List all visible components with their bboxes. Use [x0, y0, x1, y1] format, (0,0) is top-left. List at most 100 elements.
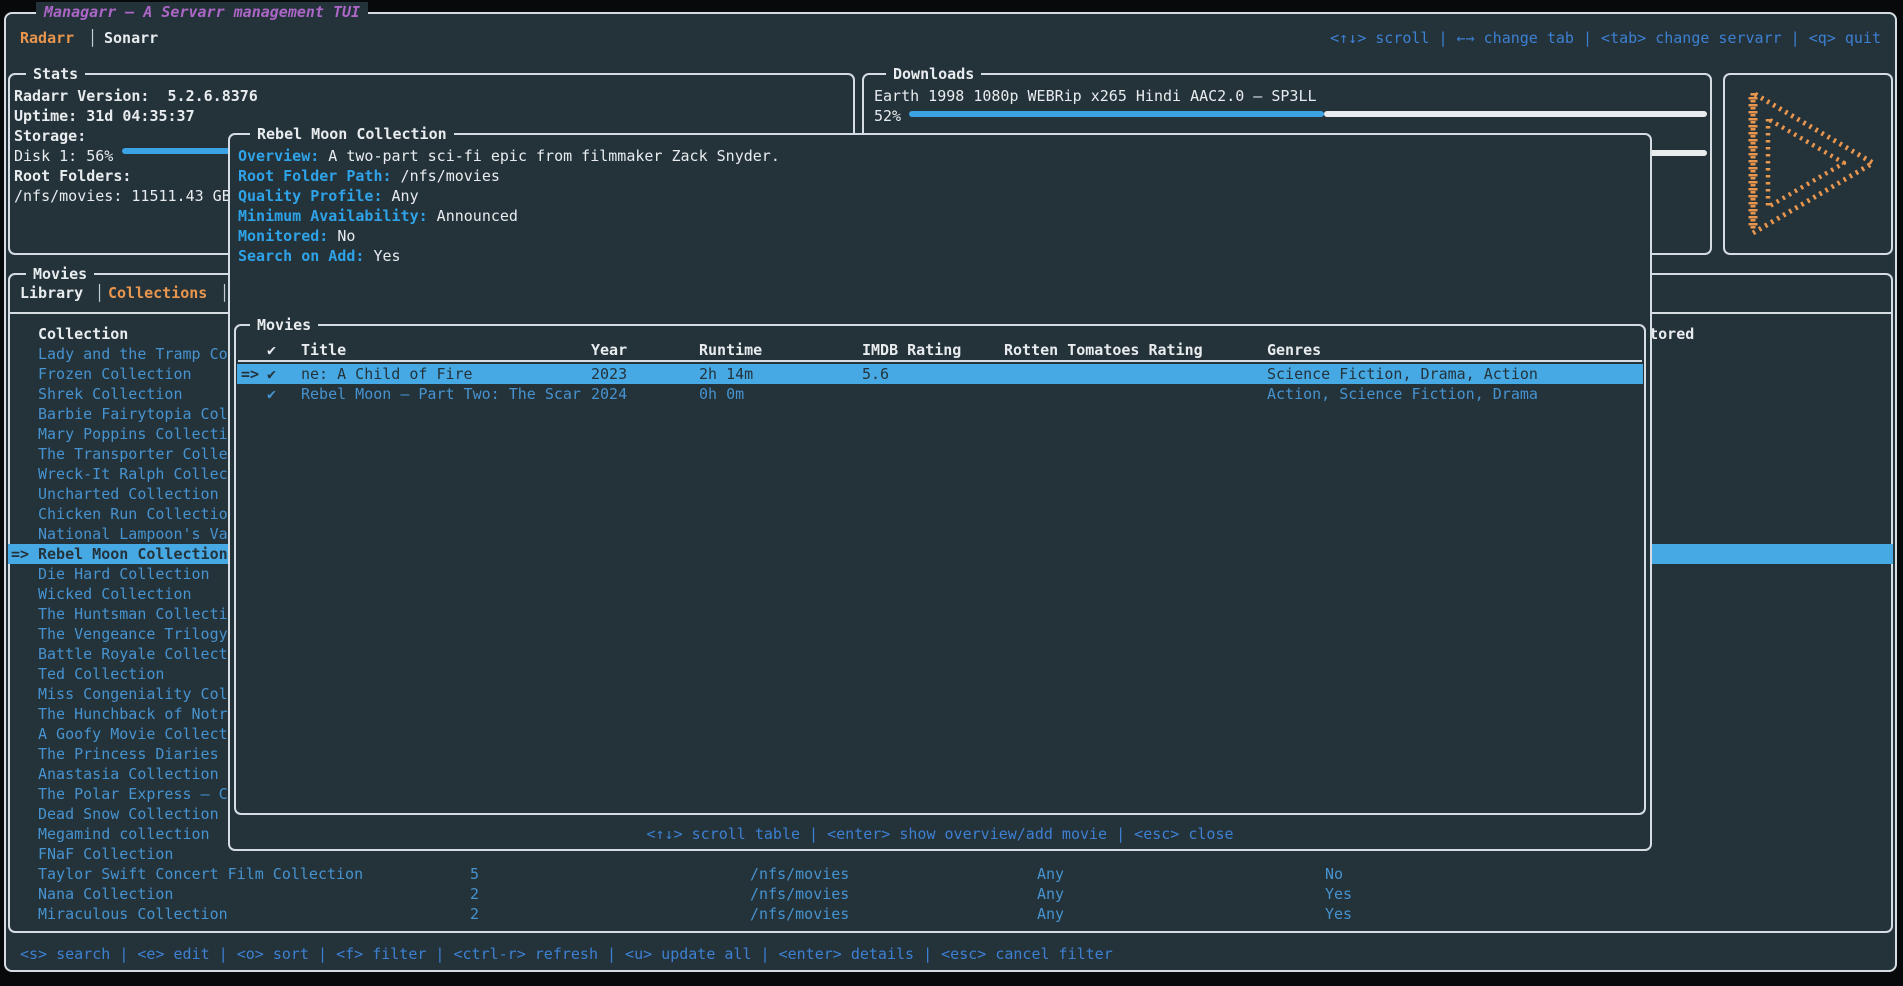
downloads-panel-title: Downloads	[886, 64, 981, 84]
header-year[interactable]: Year	[591, 340, 627, 360]
download-progress-fill	[909, 111, 1324, 117]
collection-name: Battle Royale Collect	[38, 644, 228, 664]
collection-name: Nana Collection	[38, 884, 173, 904]
movies-tab-separator-1: │	[95, 283, 104, 303]
bottom-margin	[0, 972, 1903, 986]
collection-name: FNaF Collection	[38, 844, 173, 864]
collection-name: A Goofy Movie Collect	[38, 724, 228, 744]
movie-row[interactable]: =>✔ne: A Child of Fire20232h 14m5.6Scien…	[237, 364, 1643, 384]
modal-field: Monitored: No	[238, 226, 1642, 246]
modal-field-label: Monitored:	[238, 227, 328, 245]
collection-name: Miraculous Collection	[38, 904, 228, 924]
collection-root-folder: /nfs/movies	[750, 864, 849, 884]
collection-root-folder: /nfs/movies	[750, 884, 849, 904]
collection-name: Die Hard Collection	[38, 564, 210, 584]
collection-name: Megamind collection	[38, 824, 210, 844]
modal-footer-keybinds: <↑↓> scroll table | <enter> show overvie…	[230, 824, 1650, 844]
collection-name: Mary Poppins Collecti	[38, 424, 228, 444]
collection-name: Ted Collection	[38, 664, 164, 684]
movie-genres: Action, Science Fiction, Drama	[1267, 384, 1538, 404]
collection-name: Dead Snow Collection	[38, 804, 219, 824]
collection-search-on-add: No	[1325, 864, 1343, 884]
collection-name: Wicked Collection	[38, 584, 192, 604]
top-keybinds: <↑↓> scroll | ←→ change tab | <tab> chan…	[1330, 28, 1881, 48]
header-imdb-rating[interactable]: IMDB Rating	[862, 340, 961, 360]
collection-quality-profile: Any	[1037, 864, 1064, 884]
movie-row[interactable]: ✔Rebel Moon – Part Two: The Scar20240h 0…	[237, 384, 1643, 404]
header-check: ✔	[267, 340, 276, 360]
modal-field-value: Yes	[364, 247, 400, 265]
movie-title: Rebel Moon – Part Two: The Scar	[301, 384, 581, 404]
movie-title: ne: A Child of Fire	[301, 364, 473, 384]
movie-monitored-check: ✔	[267, 384, 276, 404]
collection-movie-count: 2	[470, 884, 479, 904]
radarr-version: Radarr Version: 5.2.6.8376	[14, 86, 849, 106]
modal-field: Search on Add: Yes	[238, 246, 1642, 266]
download-item-name: Earth 1998 1080p WEBRip x265 Hindi AAC2.…	[874, 86, 1706, 106]
collection-name: Frozen Collection	[38, 364, 192, 384]
tab-separator: │	[88, 28, 97, 48]
modal-field-value: No	[328, 227, 355, 245]
tab-radarr[interactable]: Radarr	[20, 28, 74, 48]
modal-field-value: A two-part sci-fi epic from filmmaker Za…	[319, 147, 780, 165]
selection-prefix: =>	[11, 544, 29, 564]
collection-name: The Vengeance Trilogy	[38, 624, 228, 644]
managarr-play-logo-icon	[1741, 87, 1881, 239]
modal-field-label: Search on Add:	[238, 247, 364, 265]
collection-search-on-add: Yes	[1325, 904, 1352, 924]
collection-name: Anastasia Collection	[38, 764, 219, 784]
collection-movie-count: 5	[470, 864, 479, 884]
movie-year: 2023	[591, 364, 627, 384]
collection-row[interactable]: Nana Collection 2/nfs/movies Any Yes	[8, 884, 1893, 904]
tab-sonarr[interactable]: Sonarr	[104, 28, 158, 48]
download-progress-rest	[1324, 111, 1707, 117]
collection-name: Lady and the Tramp Co	[38, 344, 228, 364]
movie-monitored-check: ✔	[267, 364, 276, 384]
collection-search-on-add: Yes	[1325, 884, 1352, 904]
collection-name: Shrek Collection	[38, 384, 183, 404]
modal-movies-title: Movies	[250, 315, 318, 335]
logo-panel	[1723, 73, 1893, 255]
header-rotten-tomatoes[interactable]: Rotten Tomatoes Rating	[1004, 340, 1203, 360]
modal-title: Rebel Moon Collection	[250, 124, 454, 144]
collection-row[interactable]: Taylor Swift Concert Film Collection5/nf…	[8, 864, 1893, 884]
modal-field-label: Quality Profile:	[238, 187, 383, 205]
modal-field: Quality Profile: Any	[238, 186, 1642, 206]
collection-details-modal: Rebel Moon Collection Overview: A two-pa…	[228, 133, 1652, 851]
movies-panel-title: Movies	[26, 264, 94, 284]
bottom-keybinds: <s> search | <e> edit | <o> sort | <f> f…	[20, 944, 1113, 964]
collection-name: The Huntsman Collecti	[38, 604, 228, 624]
collection-row[interactable]: Miraculous Collection2/nfs/moviesAnyYes	[8, 904, 1893, 924]
collection-name: Barbie Fairytopia Col	[38, 404, 228, 424]
movie-imdb-rating: 5.6	[862, 364, 889, 384]
modal-field-label: Minimum Availability:	[238, 207, 428, 225]
movie-year: 2024	[591, 384, 627, 404]
modal-table-header: ✔ Title Year Runtime IMDB Rating Rotten …	[236, 340, 1644, 360]
collection-name: Miss Congeniality Col	[38, 684, 228, 704]
collection-name: National Lampoon's Va	[38, 524, 228, 544]
uptime: Uptime: 31d 04:35:37	[14, 106, 849, 126]
collection-name: Wreck-It Ralph Collec	[38, 464, 228, 484]
movie-genres: Science Fiction, Drama, Action	[1267, 364, 1538, 384]
collection-name: The Princess Diaries	[38, 744, 219, 764]
movie-runtime: 2h 14m	[699, 364, 753, 384]
tab-library[interactable]: Library	[20, 283, 83, 303]
collection-name: Chicken Run Collectio	[38, 504, 228, 524]
modal-movies-panel: Movies ✔ Title Year Runtime IMDB Rating …	[234, 324, 1646, 815]
modal-fields: Overview: A two-part sci-fi epic from fi…	[238, 146, 1642, 266]
managarr-tui: { "colors": { "background": "#24323a", "…	[0, 0, 1903, 986]
collection-name: The Hunchback of Notr	[38, 704, 228, 724]
modal-field-value: Any	[383, 187, 419, 205]
modal-field: Root Folder Path: /nfs/movies	[238, 166, 1642, 186]
collection-quality-profile: Any	[1037, 904, 1064, 924]
collection-quality-profile: Any	[1037, 884, 1064, 904]
header-runtime[interactable]: Runtime	[699, 340, 762, 360]
modal-field: Overview: A two-part sci-fi epic from fi…	[238, 146, 1642, 166]
tab-collections[interactable]: Collections	[108, 283, 207, 303]
header-title[interactable]: Title	[301, 340, 346, 360]
modal-table-header-underline	[238, 360, 1642, 362]
modal-field: Minimum Availability: Announced	[238, 206, 1642, 226]
modal-field-label: Root Folder Path:	[238, 167, 392, 185]
header-genres[interactable]: Genres	[1267, 340, 1321, 360]
modal-field-value: /nfs/movies	[392, 167, 500, 185]
